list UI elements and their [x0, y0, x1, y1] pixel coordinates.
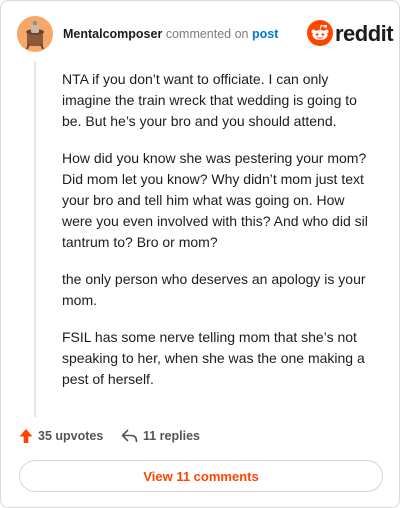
user-avatar[interactable]	[17, 16, 53, 52]
author-name[interactable]: Mentalcomposer	[63, 27, 162, 41]
byline: Mentalcomposer commented on post	[63, 27, 278, 41]
avatar-image	[17, 16, 53, 52]
reply-count: 11 replies	[143, 429, 200, 443]
reddit-wordmark: reddit	[335, 21, 394, 46]
thread-line	[34, 61, 36, 417]
comment-paragraph-2: How did you know she was pestering your …	[62, 150, 368, 250]
comment-actions: 35 upvotes 11 replies	[19, 426, 381, 446]
reply-arrow-icon	[121, 429, 138, 443]
reddit-logo[interactable]: reddit	[307, 20, 394, 48]
upvote-arrow-icon	[19, 429, 33, 443]
comment-paragraph-3: the only person who deserves an apology …	[62, 271, 366, 308]
replies-button[interactable]: 11 replies	[121, 426, 200, 446]
reddit-snoo-icon	[307, 20, 333, 46]
byline-verb: commented on	[165, 27, 249, 41]
comment-body: NTA if you don’t want to officiate. I ca…	[62, 69, 378, 406]
comment-header: Mentalcomposer commented on post reddit	[17, 16, 394, 52]
comment-paragraph-4: FSIL has some nerve telling mom that she…	[62, 329, 365, 387]
upvote-button[interactable]: 35 upvotes	[19, 426, 103, 446]
upvote-count: 35 upvotes	[38, 429, 104, 443]
view-comments-button[interactable]: View 11 comments	[19, 460, 383, 492]
comment-card: Mentalcomposer commented on post reddit …	[0, 0, 400, 508]
comment-paragraph-1: NTA if you don’t want to officiate. I ca…	[62, 71, 357, 129]
post-link[interactable]: post	[252, 27, 278, 41]
